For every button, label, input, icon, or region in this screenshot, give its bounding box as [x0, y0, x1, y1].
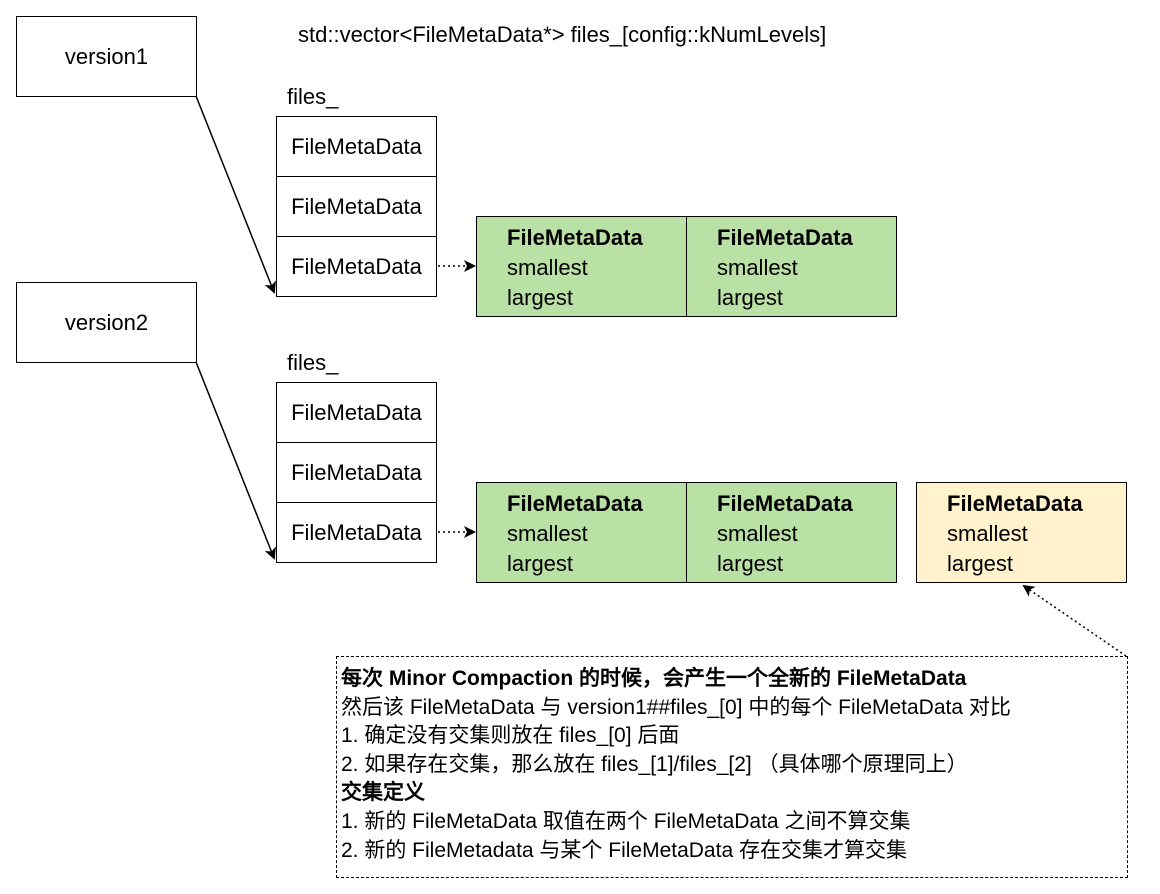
version2-meta-1: FileMetaData smallest largest [686, 482, 897, 583]
meta-smallest: smallest [507, 255, 588, 280]
meta-smallest: smallest [947, 521, 1028, 546]
note-line-2: 1. 确定没有交集则放在 files_[0] 后面 [341, 724, 680, 748]
meta-largest: largest [717, 285, 784, 310]
meta-title: FileMetaData [507, 491, 643, 516]
meta-largest: largest [507, 285, 574, 310]
version1-box: version1 [16, 16, 197, 97]
meta-title: FileMetaData [947, 491, 1083, 516]
meta-largest: largest [947, 551, 1014, 576]
version2-meta-0: FileMetaData smallest largest [476, 482, 687, 583]
files-declaration: std::vector<FileMetaData*> files_[config… [298, 22, 827, 47]
note-title: 每次 Minor Compaction 的时候，会产生一个全新的 FileMet… [341, 667, 967, 690]
note-to-new-meta-arrow [1022, 584, 1127, 657]
compaction-note: 每次 Minor Compaction 的时候，会产生一个全新的 FileMet… [336, 656, 1128, 878]
meta-title: FileMetaData [717, 225, 853, 250]
meta-title: FileMetaData [717, 491, 853, 516]
version2-to-files-arrow [195, 361, 276, 560]
note-line-5: 2. 新的 FileMetadata 与某个 FileMetaData 存在交集… [341, 838, 907, 862]
version1-label: version1 [64, 43, 149, 69]
version2-box: version2 [16, 282, 197, 363]
version1-cell-0: FileMetaData [276, 116, 437, 177]
version1-to-files-arrow [195, 95, 276, 294]
version2-array-label: files_ [287, 350, 339, 375]
meta-smallest: smallest [717, 255, 798, 280]
new-meta: FileMetaData smallest largest [916, 482, 1127, 583]
version1-meta-0: FileMetaData smallest largest [476, 216, 687, 317]
version2-cell-1: FileMetaData [276, 442, 437, 503]
meta-smallest: smallest [507, 521, 588, 546]
meta-largest: largest [717, 551, 784, 576]
version1-array-label: files_ [287, 84, 339, 109]
version2-cell-0: FileMetaData [276, 382, 437, 443]
note-line-1: 然后该 FileMetaData 与 version1##files_[0] 中… [341, 695, 1011, 719]
version2-label: version2 [64, 309, 149, 335]
meta-title: FileMetaData [507, 225, 643, 250]
version1-cell-1: FileMetaData [276, 176, 437, 237]
note-line-3: 2. 如果存在交集，那么放在 files_[1]/files_[2] （具体哪个… [341, 752, 968, 776]
note-line-4: 1. 新的 FileMetaData 取值在两个 FileMetaData 之间… [341, 809, 911, 833]
version1-meta-1: FileMetaData smallest largest [686, 216, 897, 317]
note-subtitle: 交集定义 [341, 781, 425, 805]
meta-largest: largest [507, 551, 574, 576]
version1-cell-2: FileMetaData [276, 236, 437, 297]
version2-cell-2: FileMetaData [276, 502, 437, 563]
meta-smallest: smallest [717, 521, 798, 546]
